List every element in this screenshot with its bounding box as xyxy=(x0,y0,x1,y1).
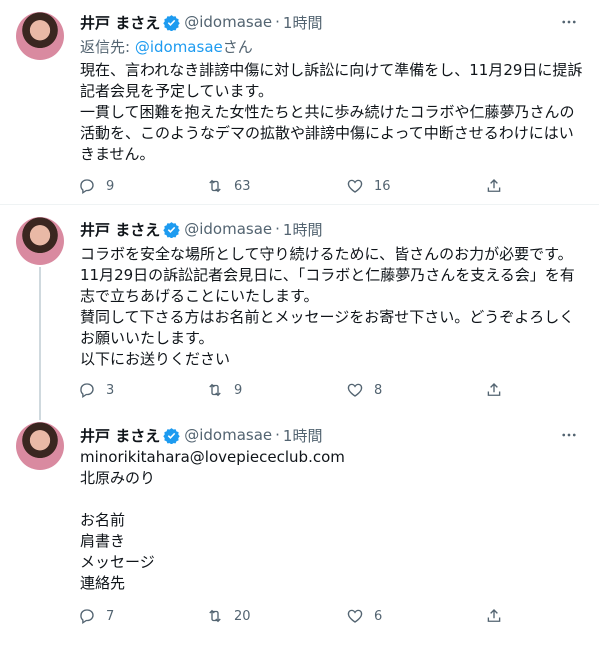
reply-bubble-icon xyxy=(80,383,94,399)
share-upload-icon xyxy=(487,383,501,396)
tweet-text-line: 賛同して下さる方はお名前とメッセージをお寄せ下さい。どうぞよろしく xyxy=(80,308,575,326)
tweet-header: 井戸 まさえ @idomasae · 1時間 xyxy=(80,425,322,445)
retweet-count: 63 xyxy=(234,178,251,194)
retweet-icon xyxy=(209,179,221,193)
user-handle[interactable]: @idomasae xyxy=(184,426,272,444)
display-name[interactable]: 井戸 まさえ xyxy=(80,425,160,446)
heart-icon xyxy=(347,609,363,623)
heart-icon xyxy=(347,383,363,397)
more-options-button[interactable] xyxy=(559,12,579,32)
heart-icon xyxy=(347,179,363,193)
action-bar: 7 20 6 xyxy=(78,607,508,627)
tweet-text-line: 肩書き xyxy=(80,532,126,550)
more-options-button[interactable] xyxy=(559,425,579,445)
tweet-text-line xyxy=(80,489,585,510)
tweet-text-line: コラボを安全な場所として守り続けるために、皆さんのお力が必要です。 xyxy=(80,245,573,263)
reply-button[interactable]: 9 xyxy=(78,177,114,195)
tweet-text-line: メッセージ xyxy=(80,553,155,571)
verified-badge-icon xyxy=(163,427,180,444)
tweet-email-link[interactable]: minorikitahara@lovepiececlub.com xyxy=(80,447,585,468)
tweet-text-line: 11月29日の訴訟記者会見日に、「コラボと仁藤夢乃さんを支える会」を有 xyxy=(80,266,575,284)
tweet-header: 井戸 まさえ @idomasae · 1時間 xyxy=(80,12,322,32)
share-upload-icon xyxy=(487,179,501,192)
thread-connector-line xyxy=(39,410,41,420)
tweet-text-line: 連絡先 xyxy=(80,574,126,592)
thread-connector-line xyxy=(39,267,41,410)
separator-dot: · xyxy=(275,426,280,444)
display-name[interactable]: 井戸 まさえ xyxy=(80,219,160,240)
retweet-icon xyxy=(209,609,221,623)
share-button[interactable] xyxy=(485,381,513,399)
reply-bubble-icon xyxy=(80,179,94,195)
tweet-text-line: 一貫して困難を抱えた女性たちと共に歩み続けたコラボや仁藤夢乃さんの xyxy=(80,103,575,121)
reply-bubble-icon xyxy=(80,609,94,625)
action-bar: 3 9 8 xyxy=(78,381,508,401)
display-name[interactable]: 井戸 まさえ xyxy=(80,12,160,33)
timestamp[interactable]: 1時間 xyxy=(283,12,323,33)
timestamp[interactable]: 1時間 xyxy=(283,219,323,240)
retweet-count: 20 xyxy=(234,608,251,624)
tweet-text-line: お願いいたします。 xyxy=(80,329,214,347)
retweet-button[interactable]: 63 xyxy=(206,177,251,195)
reply-count: 7 xyxy=(106,608,115,624)
tweet-text: minorikitahara@lovepiececlub.com 北原みのり お… xyxy=(80,447,585,594)
verified-badge-icon xyxy=(163,221,180,238)
tweet-text-line: 現在、言われなき誹謗中傷に対し訴訟に向けて準備をし、11月29日に提訴 xyxy=(80,61,583,79)
tweet-header: 井戸 まさえ @idomasae · 1時間 xyxy=(80,219,322,239)
tweet-text: コラボを安全な場所として守り続けるために、皆さんのお力が必要です。 11月29日… xyxy=(80,244,585,370)
more-dots-icon xyxy=(562,20,576,24)
retweet-count: 9 xyxy=(234,382,243,398)
share-button[interactable] xyxy=(485,607,513,625)
reply-button[interactable]: 7 xyxy=(78,607,114,625)
like-button[interactable]: 6 xyxy=(346,607,382,625)
tweet-thread: 井戸 まさえ @idomasae · 1時間 返信先: @idomasaeさん … xyxy=(0,0,599,646)
more-dots-icon xyxy=(562,433,576,437)
avatar[interactable] xyxy=(16,422,64,470)
like-count: 6 xyxy=(374,608,383,624)
like-button[interactable]: 16 xyxy=(346,177,391,195)
replying-suffix: さん xyxy=(222,38,253,56)
timestamp[interactable]: 1時間 xyxy=(283,425,323,446)
separator-dot: · xyxy=(275,13,280,31)
user-handle[interactable]: @idomasae xyxy=(184,13,272,31)
share-button[interactable] xyxy=(485,177,513,195)
reply-count: 3 xyxy=(106,382,115,398)
separator-dot: · xyxy=(275,220,280,238)
reply-count: 9 xyxy=(106,178,115,194)
like-count: 8 xyxy=(374,382,383,398)
avatar[interactable] xyxy=(16,12,64,60)
tweet-text-line: 活動を、このようなデマの拡散や誹謗中傷によって中断させるわけにはい xyxy=(80,124,574,142)
tweet-text-line: きません。 xyxy=(80,145,155,163)
retweet-button[interactable]: 20 xyxy=(206,607,251,625)
action-bar: 9 63 16 xyxy=(78,177,508,197)
share-upload-icon xyxy=(487,609,501,622)
tweet-text-line: 志で立ちあげることにいたします。 xyxy=(80,287,319,305)
tweet-text-line: 以下にお送りください xyxy=(80,350,231,368)
tweet-text-line: 北原みのり xyxy=(80,469,156,487)
tweet-text-line: お名前 xyxy=(80,511,126,529)
replying-handle-link[interactable]: @idomasae xyxy=(135,38,223,56)
tweet-2[interactable]: 井戸 まさえ @idomasae · 1時間 コラボを安全な場所として守り続ける… xyxy=(0,205,599,410)
user-handle[interactable]: @idomasae xyxy=(184,220,272,238)
like-button[interactable]: 8 xyxy=(346,381,382,399)
like-count: 16 xyxy=(374,178,391,194)
tweet-1[interactable]: 井戸 まさえ @idomasae · 1時間 返信先: @idomasaeさん … xyxy=(0,0,599,205)
replying-to: 返信先: @idomasaeさん xyxy=(80,36,253,57)
retweet-icon xyxy=(209,383,221,397)
tweet-3[interactable]: 井戸 まさえ @idomasae · 1時間 minorikitahara@lo… xyxy=(0,410,599,646)
avatar[interactable] xyxy=(16,217,64,265)
reply-button[interactable]: 3 xyxy=(78,381,114,399)
tweet-text: 現在、言われなき誹謗中傷に対し訴訟に向けて準備をし、11月29日に提訴 記者会見… xyxy=(80,60,585,165)
verified-badge-icon xyxy=(163,14,180,31)
tweet-text-line: 記者会見を予定しています。 xyxy=(80,82,274,100)
retweet-button[interactable]: 9 xyxy=(206,381,242,399)
replying-prefix: 返信先: xyxy=(80,38,135,56)
